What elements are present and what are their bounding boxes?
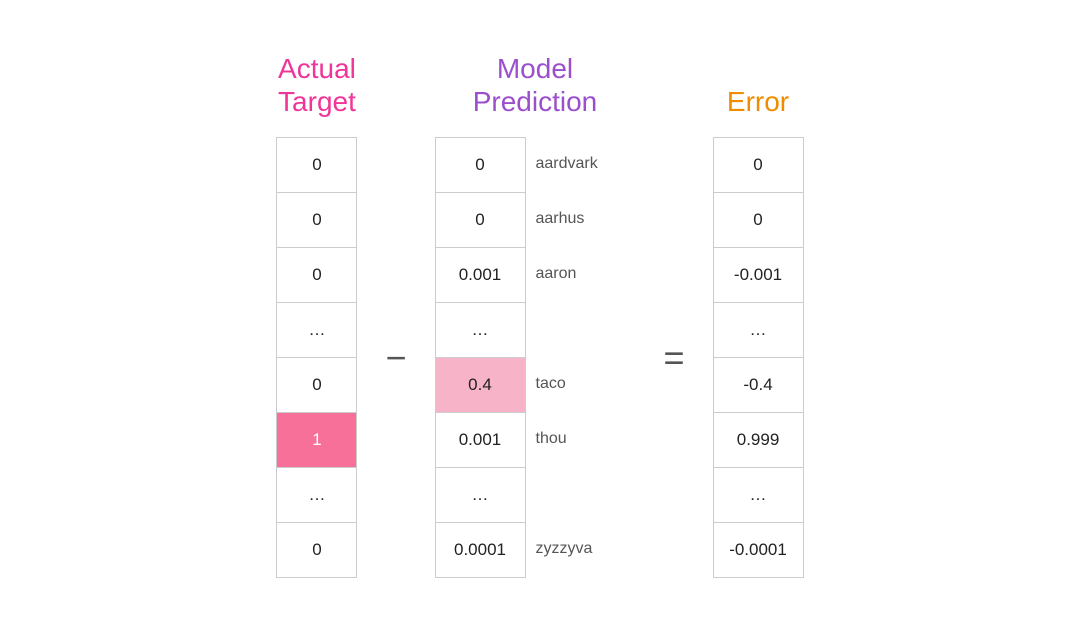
prediction-value-cell-2: 0.001: [436, 248, 526, 303]
error-cell-3: …: [714, 303, 804, 358]
minus-operator: −: [357, 337, 434, 379]
error-cell-2: -0.001: [714, 248, 804, 303]
prediction-label-column: aardvarkaarhusaaron tacothou zyzzyva: [526, 137, 636, 578]
prediction-value-cell-0: 0: [436, 138, 526, 193]
actual-cell-0: 0: [277, 138, 357, 193]
main-container: ActualTarget 000…01…0 − ModelPrediction …: [276, 51, 803, 578]
prediction-value-cell-3: …: [436, 303, 526, 358]
model-prediction-section: ModelPrediction 000.001…0.40.001…0.0001 …: [435, 51, 636, 578]
error-cell-1: 0: [714, 193, 804, 248]
prediction-label-cell-1: aarhus: [526, 192, 636, 247]
error-column: 00-0.001…-0.40.999…-0.0001: [713, 137, 804, 578]
actual-cell-7: 0: [277, 523, 357, 578]
prediction-value-cell-5: 0.001: [436, 413, 526, 468]
prediction-label-cell-4: taco: [526, 357, 636, 412]
error-cell-6: …: [714, 468, 804, 523]
prediction-value-cell-1: 0: [436, 193, 526, 248]
actual-cell-2: 0: [277, 248, 357, 303]
prediction-label-cell-5: thou: [526, 412, 636, 467]
actual-cell-3: …: [277, 303, 357, 358]
error-section: Error 00-0.001…-0.40.999…-0.0001: [713, 51, 804, 578]
prediction-label-cell-2: aaron: [526, 247, 636, 302]
error-cell-0: 0: [714, 138, 804, 193]
prediction-label-cell-6: [526, 467, 636, 522]
prediction-value-cell-4: 0.4: [436, 358, 526, 413]
actual-cell-1: 0: [277, 193, 357, 248]
actual-cell-5: 1: [277, 413, 357, 468]
actual-cell-4: 0: [277, 358, 357, 413]
actual-target-column: 000…01…0: [276, 137, 357, 578]
prediction-pair: 000.001…0.40.001…0.0001 aardvarkaarhusaa…: [435, 137, 636, 578]
prediction-value-cell-7: 0.0001: [436, 523, 526, 578]
error-cell-7: -0.0001: [714, 523, 804, 578]
actual-target-section: ActualTarget 000…01…0: [276, 51, 357, 578]
actual-target-title: ActualTarget: [278, 51, 356, 119]
error-cell-5: 0.999: [714, 413, 804, 468]
prediction-label-cell-7: zyzzyva: [526, 522, 636, 577]
prediction-label-cell-0: aardvark: [526, 137, 636, 192]
model-prediction-title: ModelPrediction: [473, 51, 598, 119]
prediction-value-column: 000.001…0.40.001…0.0001: [435, 137, 526, 578]
equals-operator: =: [636, 337, 713, 379]
error-title: Error: [727, 51, 789, 119]
prediction-label-cell-3: [526, 302, 636, 357]
error-cell-4: -0.4: [714, 358, 804, 413]
prediction-value-cell-6: …: [436, 468, 526, 523]
actual-cell-6: …: [277, 468, 357, 523]
